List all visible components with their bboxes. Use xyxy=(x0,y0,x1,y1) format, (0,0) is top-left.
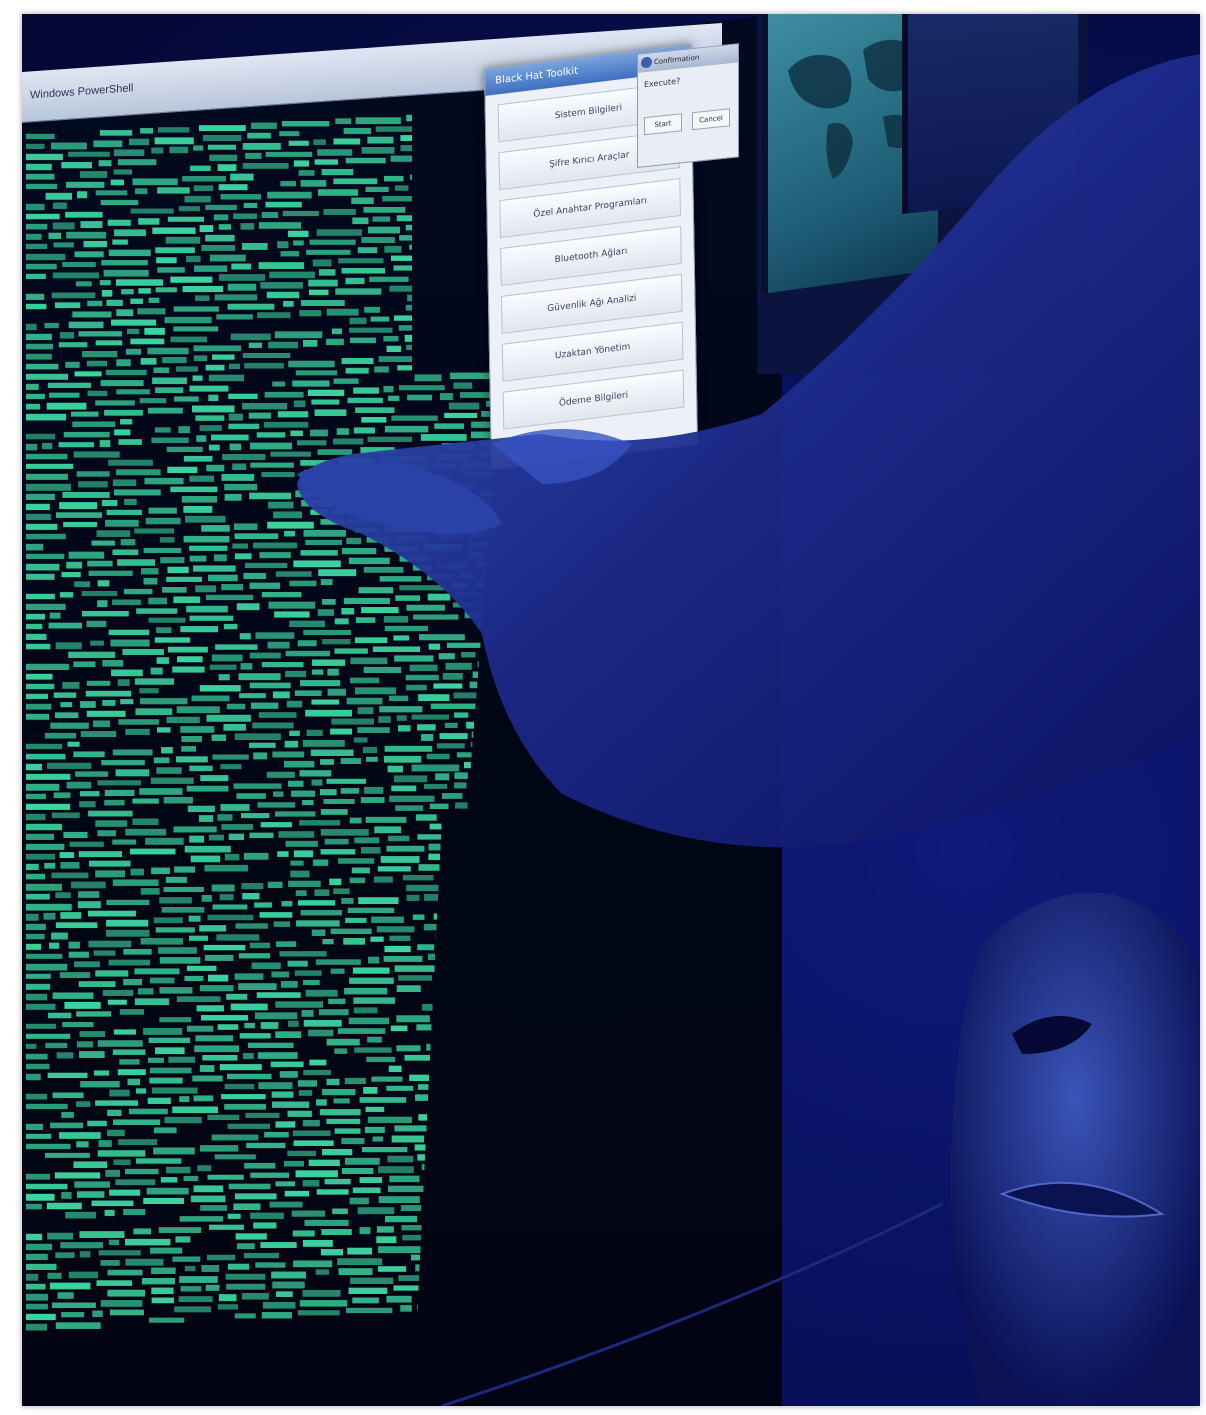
desk-cable xyxy=(441,1202,943,1406)
pointing-hand xyxy=(297,54,1200,1406)
mask-face xyxy=(950,892,1200,1406)
photo-scene: Windows PowerShell Black Hat Toolkit × S… xyxy=(22,14,1200,1406)
arm-sleeve xyxy=(297,54,1200,848)
